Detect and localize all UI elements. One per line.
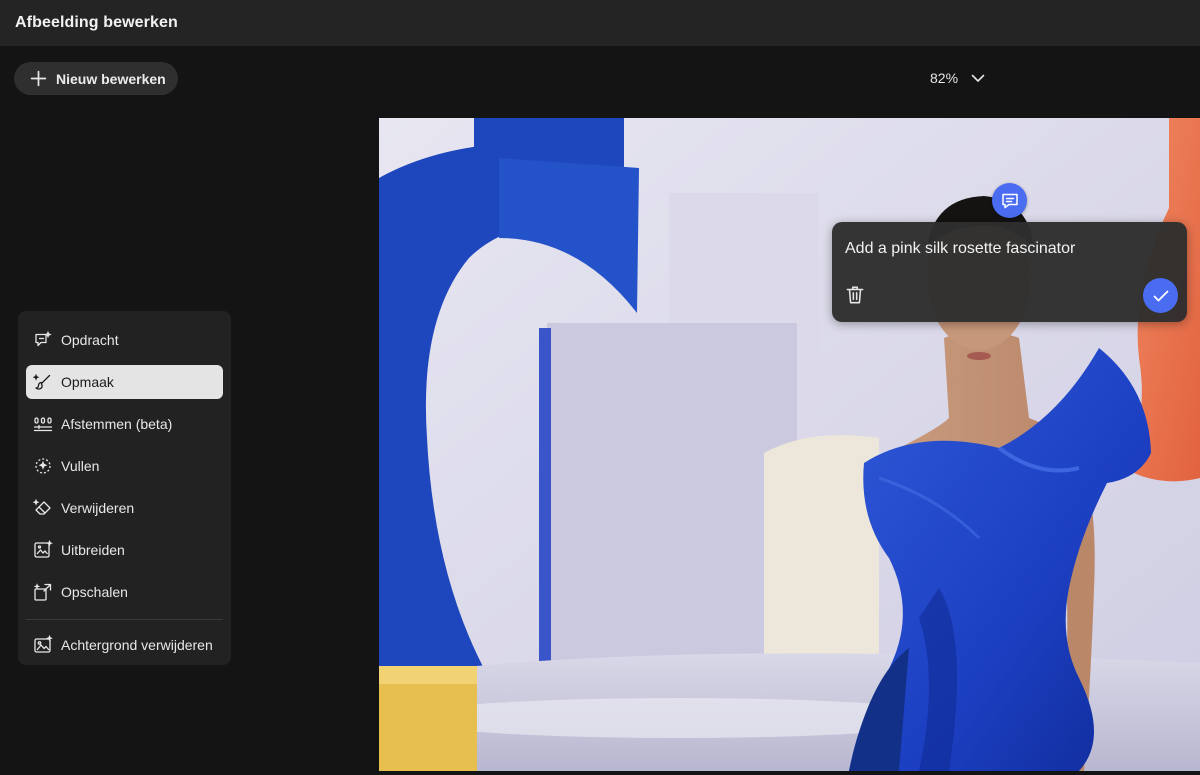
tool-remove-background[interactable]: Achtergrond verwijderen — [26, 628, 223, 662]
chevron-down-icon — [971, 74, 985, 82]
zoom-level: 82% — [930, 70, 959, 86]
prompt-text[interactable]: Add a pink silk rosette fascinator — [845, 240, 1165, 258]
adjust-sliders-icon — [33, 417, 53, 432]
tool-label: Opmaak — [61, 374, 114, 390]
tool-adjust[interactable]: Afstemmen (beta) — [26, 407, 223, 441]
new-edit-button[interactable]: Nieuw bewerken — [14, 62, 178, 95]
tool-remove[interactable]: Verwijderen — [26, 491, 223, 525]
tool-label: Opdracht — [61, 332, 119, 348]
app-window: Afbeelding bewerken Nieuw bewerken 82% O… — [0, 0, 1200, 775]
tool-divider — [26, 619, 223, 620]
tool-prompt[interactable]: Opdracht — [26, 323, 223, 357]
tool-label: Uitbreiden — [61, 542, 125, 558]
page-title: Afbeelding bewerken — [15, 14, 178, 31]
trash-icon — [846, 286, 864, 304]
eraser-icon — [33, 498, 51, 515]
checkmark-icon — [1153, 290, 1168, 301]
new-edit-label: Nieuw bewerken — [56, 70, 166, 87]
prompt-sparkle-icon — [35, 330, 52, 347]
brush-icon — [33, 373, 51, 390]
comment-icon — [1001, 193, 1018, 208]
prompt-popup: Add a pink silk rosette fascinator — [832, 222, 1187, 322]
image-canvas[interactable] — [379, 118, 1200, 771]
edited-image — [379, 118, 1200, 771]
tool-style[interactable]: Opmaak — [26, 365, 223, 399]
expand-icon — [34, 540, 53, 558]
tool-label: Verwijderen — [61, 500, 135, 516]
tool-fill[interactable]: Vullen — [26, 449, 223, 483]
tool-panel: Opdracht Opmaak Afstemmen (beta) Vullen … — [18, 311, 231, 665]
tool-label: Afstemmen (beta) — [61, 416, 173, 432]
tool-label: Achtergrond verwijderen — [61, 637, 213, 653]
prompt-marker-button[interactable] — [992, 183, 1027, 218]
title-bar: Afbeelding bewerken — [0, 0, 1200, 46]
tool-upscale[interactable]: Opschalen — [26, 575, 223, 609]
remove-background-icon — [34, 635, 53, 653]
tool-label: Opschalen — [61, 584, 128, 600]
upscale-icon — [33, 583, 52, 601]
delete-prompt-button[interactable] — [844, 284, 866, 306]
fill-icon — [35, 458, 51, 474]
zoom-dropdown[interactable]: 82% — [930, 66, 986, 90]
confirm-prompt-button[interactable] — [1143, 278, 1178, 313]
tool-label: Vullen — [61, 458, 100, 474]
plus-icon — [30, 70, 47, 87]
tool-expand[interactable]: Uitbreiden — [26, 533, 223, 567]
